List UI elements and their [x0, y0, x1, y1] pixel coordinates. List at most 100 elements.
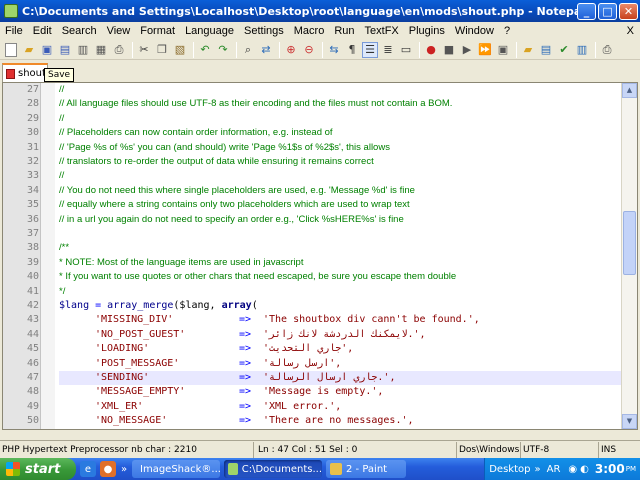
wrap-icon[interactable]: ⇆ — [326, 42, 342, 58]
show-all-chars-icon[interactable]: ¶ — [344, 42, 360, 58]
code-line: /** — [59, 242, 70, 254]
menu-help[interactable]: ? — [499, 25, 515, 37]
close-document-button[interactable]: X — [627, 25, 634, 37]
open-file-icon[interactable]: ▰ — [21, 42, 37, 58]
run-macro-multiple-icon[interactable]: ⏩ — [477, 42, 493, 58]
arrow-operator: => — [239, 415, 252, 427]
tray-volume-icon[interactable]: ◐ — [580, 464, 589, 475]
undo-icon[interactable]: ↶ — [197, 42, 213, 58]
indent-guide-icon[interactable]: ☰ — [362, 41, 378, 58]
line-number: 41 — [26, 285, 39, 297]
array-value: 'ارسل رسالة', — [263, 357, 342, 369]
start-button[interactable]: start — [0, 458, 76, 480]
array-key: 'XML_ER' — [95, 400, 144, 412]
array-value: 'Message is empty.', — [263, 386, 384, 398]
close-all-icon[interactable]: ▦ — [93, 42, 109, 58]
cut-icon[interactable]: ✂ — [136, 42, 152, 58]
array-key: 'LOADING' — [95, 343, 150, 355]
code-line: 'POST_MESSAGE' => 'ارسل رسالة', — [59, 357, 621, 371]
doc-map-icon[interactable]: ▭ — [398, 42, 414, 58]
menu-macro[interactable]: Macro — [289, 25, 330, 37]
vertical-scrollbar[interactable]: ▲ ▼ — [621, 83, 637, 429]
minimize-button[interactable]: _ — [577, 2, 596, 20]
menu-file[interactable]: File — [0, 25, 28, 37]
line-number: 42 — [26, 300, 39, 311]
array-key: 'POST_MESSAGE' — [95, 357, 180, 369]
new-file-icon[interactable] — [5, 42, 17, 57]
menu-settings[interactable]: Settings — [239, 25, 289, 37]
menu-plugins[interactable]: Plugins — [404, 25, 450, 37]
toolbar-separator — [595, 41, 596, 58]
code-line: // equally where a string contains only … — [59, 199, 410, 211]
scroll-thumb[interactable] — [623, 211, 636, 275]
tray-network-icon[interactable]: ◉ — [568, 464, 577, 475]
language-indicator[interactable]: AR — [547, 464, 561, 475]
line-number: 33 — [26, 170, 39, 182]
zoom-in-icon[interactable]: ⊕ — [283, 42, 299, 58]
arrow-operator: => — [239, 314, 252, 326]
spell-check-icon[interactable]: ✔ — [556, 42, 572, 58]
scroll-up-icon[interactable]: ▲ — [622, 83, 637, 98]
toolbar-expand-icon[interactable]: » — [534, 464, 540, 475]
replace-icon[interactable]: ⇄ — [258, 42, 274, 58]
notepadpp-icon — [4, 4, 18, 18]
line-number: 27 — [26, 84, 39, 95]
close-button[interactable]: ✕ — [619, 2, 638, 20]
record-macro-icon[interactable]: ● — [423, 42, 439, 58]
menu-language[interactable]: Language — [180, 25, 239, 37]
paste-icon[interactable]: ▧ — [172, 42, 188, 58]
line-number-gutter: 27 28 29 30 31 32 33 34 35 36 37 38 39 40 41 42 43 44 45 46… — [3, 83, 41, 429]
arrow-operator: => — [239, 357, 252, 369]
save-all-icon[interactable]: ▤ — [57, 42, 73, 58]
menu-search[interactable]: Search — [57, 25, 102, 37]
user-lang-icon[interactable]: ≣ — [380, 42, 396, 58]
ie-icon[interactable]: e — [80, 461, 96, 477]
tab-shout[interactable]: shout — [2, 63, 48, 82]
desktop-toolbar[interactable]: Desktop — [489, 464, 530, 475]
save-icon[interactable]: ▣ — [39, 42, 55, 58]
code-line: // — [59, 84, 65, 95]
line-number: 44 — [26, 328, 39, 340]
array-value: 'جاري ارسال الرسالة.', — [263, 372, 396, 383]
maximize-button[interactable]: □ — [598, 2, 617, 20]
code-line: // Placeholders can now contain order in… — [59, 127, 333, 139]
sync-v-icon[interactable]: ▰ — [520, 42, 536, 58]
misc-tool-icon[interactable]: ⎙ — [599, 42, 615, 58]
play-macro-icon[interactable]: ▶ — [459, 42, 475, 58]
taskbar-item-notepadpp[interactable]: C:\Documents... — [224, 460, 322, 478]
copy-icon[interactable]: ❐ — [154, 42, 170, 58]
redo-icon[interactable]: ↷ — [215, 42, 231, 58]
array-value: 'The shoutbox div cann't be found.', — [263, 314, 480, 326]
taskbar-item-imageshack[interactable]: ImageShack®... — [132, 460, 220, 478]
status-eol: Dos\Windows — [457, 441, 521, 458]
save-macro-icon[interactable]: ▣ — [495, 42, 511, 58]
print-icon[interactable]: ⎙ — [111, 42, 127, 58]
menu-view[interactable]: View — [102, 25, 136, 37]
editor-pane[interactable]: 27 28 29 30 31 32 33 34 35 36 37 38 39 40 41 42 43 44 45 46… — [2, 82, 638, 430]
notepadpp-icon — [228, 463, 238, 475]
line-number: 45 — [26, 343, 39, 355]
firefox-icon[interactable]: ● — [100, 461, 116, 477]
array-key: 'NO_MESSAGE' — [95, 415, 168, 427]
toolbar-separator — [322, 41, 323, 58]
sync-h-icon[interactable]: ▤ — [538, 42, 554, 58]
system-tray: Desktop » AR ◉ ◐ 3:00 PM — [484, 458, 640, 480]
line-number: 43 — [26, 314, 39, 326]
code-area[interactable]: // // All language files should use UTF-… — [59, 83, 621, 429]
menu-edit[interactable]: Edit — [28, 25, 57, 37]
tab-bar: shout — [0, 60, 640, 82]
menu-format[interactable]: Format — [135, 25, 180, 37]
zoom-out-icon[interactable]: ⊖ — [301, 42, 317, 58]
close-icon[interactable]: ▥ — [75, 42, 91, 58]
menu-run[interactable]: Run — [329, 25, 359, 37]
launch-browser-icon[interactable]: ▥ — [574, 42, 590, 58]
clock[interactable]: 3:00 — [595, 462, 625, 476]
menu-window[interactable]: Window — [450, 25, 499, 37]
stop-macro-icon[interactable]: ■ — [441, 42, 457, 58]
taskbar-item-paint[interactable]: 2 - Paint — [326, 460, 406, 478]
menu-textfx[interactable]: TextFX — [360, 25, 404, 37]
scroll-down-icon[interactable]: ▼ — [622, 414, 637, 429]
quicklaunch-expand-icon[interactable]: » — [120, 461, 128, 477]
find-icon[interactable]: ⌕ — [240, 42, 256, 58]
code-line: // 'Page %s of %s' you can (and should) … — [59, 141, 390, 153]
